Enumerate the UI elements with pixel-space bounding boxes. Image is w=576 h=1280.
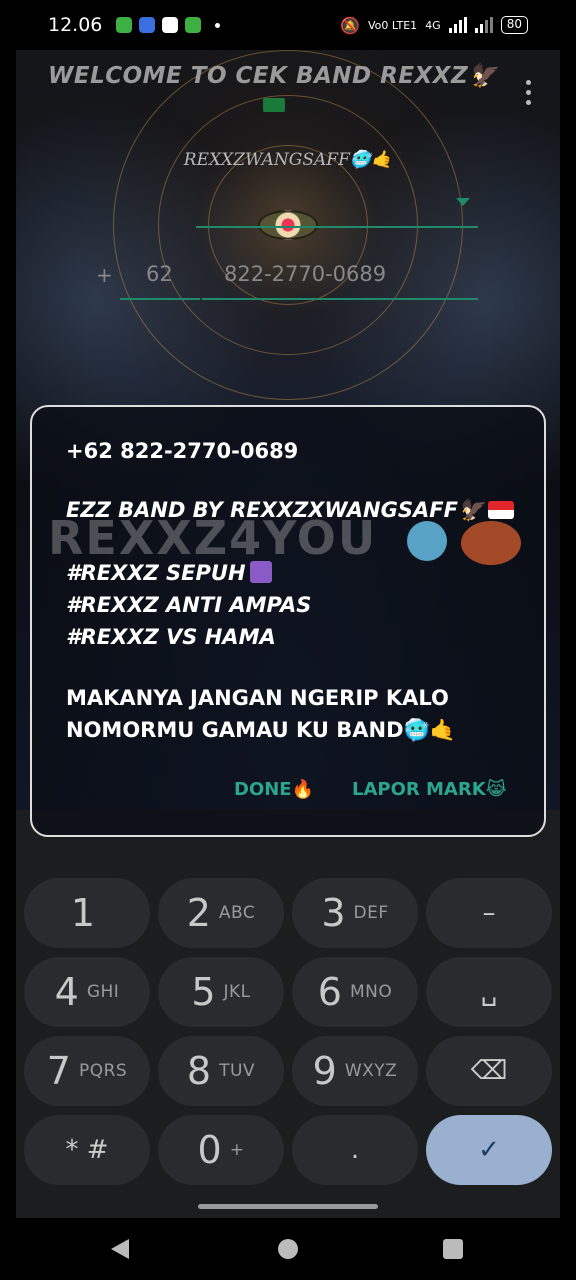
key-3[interactable]: 3 DEF [292, 878, 418, 948]
key-dot[interactable]: . [292, 1115, 418, 1185]
key-letters: JKL [223, 982, 251, 1002]
dialog-line: #REXXZ ANTI AMPAS [66, 593, 312, 617]
home-icon[interactable] [278, 1239, 298, 1259]
messages-icon [185, 17, 202, 33]
youtube-icon [162, 17, 179, 33]
dialog-phone-number: +62 822-2770-0689 [66, 439, 299, 463]
key-digit: 5 [191, 970, 216, 1014]
key-digit: 6 [317, 970, 342, 1014]
app-window: WELCOME TO CEK BAND REXXZ🦅 REXXZWANGSAFF… [16, 50, 560, 1218]
key-letters: DEF [353, 903, 389, 923]
dialog-line: MAKANYA JANGAN NGERIP KALO [66, 686, 449, 710]
report-mark-button[interactable]: LAPOR MARK😹 [352, 779, 507, 800]
key-digit: 2 [186, 891, 211, 935]
dialog-line-text: EZZ BAND BY REXXZXWANGSAFF🦅 [66, 498, 485, 522]
app-notification-icon [139, 17, 156, 33]
recents-icon[interactable] [443, 1239, 463, 1259]
key-6[interactable]: 6 MNO [292, 957, 418, 1027]
key-digit: 9 [312, 1049, 337, 1093]
hot-face-icon [461, 521, 521, 565]
status-time: 12.06 [48, 14, 103, 36]
key-letters: PQRS [78, 1061, 128, 1081]
dialog-line: EZZ BAND BY REXXZXWANGSAFF🦅 [66, 498, 515, 523]
phone-input-row: + 62 822-2770-0689 [96, 255, 478, 300]
dialog-line-text: #REXXZ SEPUH [66, 561, 246, 585]
indonesia-flag-icon [488, 501, 515, 519]
dialog-line: NOMORMU GAMAU KU BAND🥶🤙 [66, 718, 456, 742]
key-digit: 8 [186, 1049, 212, 1093]
key-digit: 3 [321, 891, 346, 935]
key-digit: 0 [197, 1128, 222, 1172]
key-0[interactable]: 0 + [158, 1115, 284, 1185]
backspace-icon: ⌫ [470, 1056, 508, 1086]
country-selector[interactable] [196, 180, 478, 228]
key-letters: ABC [218, 903, 256, 923]
network-label: Vo0 LTE1 [368, 18, 418, 32]
key-9[interactable]: 9 WXYZ [292, 1036, 418, 1106]
notification-icons [116, 17, 202, 33]
more-notifications-dot [215, 22, 221, 28]
key-digit: 4 [54, 970, 79, 1014]
dropdown-caret-icon [456, 198, 470, 206]
plus-icon: + [96, 263, 113, 287]
key-letters: GHI [86, 982, 120, 1002]
key-5[interactable]: 5 JKL [158, 957, 284, 1027]
key-digit: 7 [46, 1049, 71, 1093]
navigation-bar [0, 1218, 576, 1280]
dash-icon: – [482, 898, 496, 928]
space-key[interactable]: ␣ [426, 957, 552, 1027]
phone-number-value: 822-2770-0689 [224, 262, 387, 286]
dash-key[interactable]: – [426, 878, 552, 948]
cold-face-icon [407, 521, 447, 561]
dot-label: . [350, 1135, 360, 1165]
network-type: 4G [425, 18, 441, 32]
overflow-menu-icon[interactable] [526, 80, 532, 105]
dialog-line: #REXXZ SEPUH [66, 561, 272, 585]
system-icons: 🔕 Vo0 LTE1 4G 80 [340, 16, 528, 35]
key-digit: 1 [70, 891, 96, 935]
keyboard-gesture-handle[interactable] [198, 1204, 378, 1209]
mute-icon: 🔕 [340, 15, 360, 35]
app-title: WELCOME TO CEK BAND REXXZ🦅 [48, 63, 498, 89]
key-7[interactable]: 7 PQRS [24, 1036, 150, 1106]
battery-icon: 80 [500, 16, 528, 34]
key-letters: WXYZ [344, 1061, 398, 1081]
country-code-field[interactable]: 62 [120, 255, 200, 300]
key-4[interactable]: 4 GHI [24, 957, 150, 1027]
key-2[interactable]: 2 ABC [158, 878, 284, 948]
phone-number-field[interactable]: 822-2770-0689 [202, 255, 478, 300]
app-notification-icon [116, 17, 133, 33]
key-letters: MNO [349, 982, 393, 1002]
result-dialog: REXXZ4YOU +62 822-2770-0689 EZZ BAND BY … [30, 405, 546, 837]
flag-icon [263, 98, 285, 112]
back-icon[interactable] [111, 1239, 129, 1259]
key-8[interactable]: 8 TUV [158, 1036, 284, 1106]
done-button[interactable]: DONE🔥 [234, 779, 314, 800]
signal-icon [474, 17, 493, 33]
key-1[interactable]: 1 [24, 878, 150, 948]
space-icon: ␣ [480, 977, 498, 1007]
key-letters: TUV [219, 1061, 256, 1081]
status-bar: 12.06 🔕 Vo0 LTE1 4G 80 [0, 0, 576, 50]
dialog-line: #REXXZ VS HAMA [66, 625, 276, 649]
done-key[interactable]: ✓ [426, 1115, 552, 1185]
owner-label: REXXZWANGSAFF🥶🤙 [183, 150, 393, 170]
elderly-icon [249, 561, 272, 583]
key-letters: + [229, 1140, 245, 1160]
country-code-value: 62 [146, 262, 173, 286]
signal-icon [448, 17, 467, 33]
key-star-hash[interactable]: * # [24, 1115, 150, 1185]
backspace-key[interactable]: ⌫ [426, 1036, 552, 1106]
check-icon: ✓ [478, 1135, 500, 1165]
star-hash-label: * # [65, 1135, 109, 1165]
